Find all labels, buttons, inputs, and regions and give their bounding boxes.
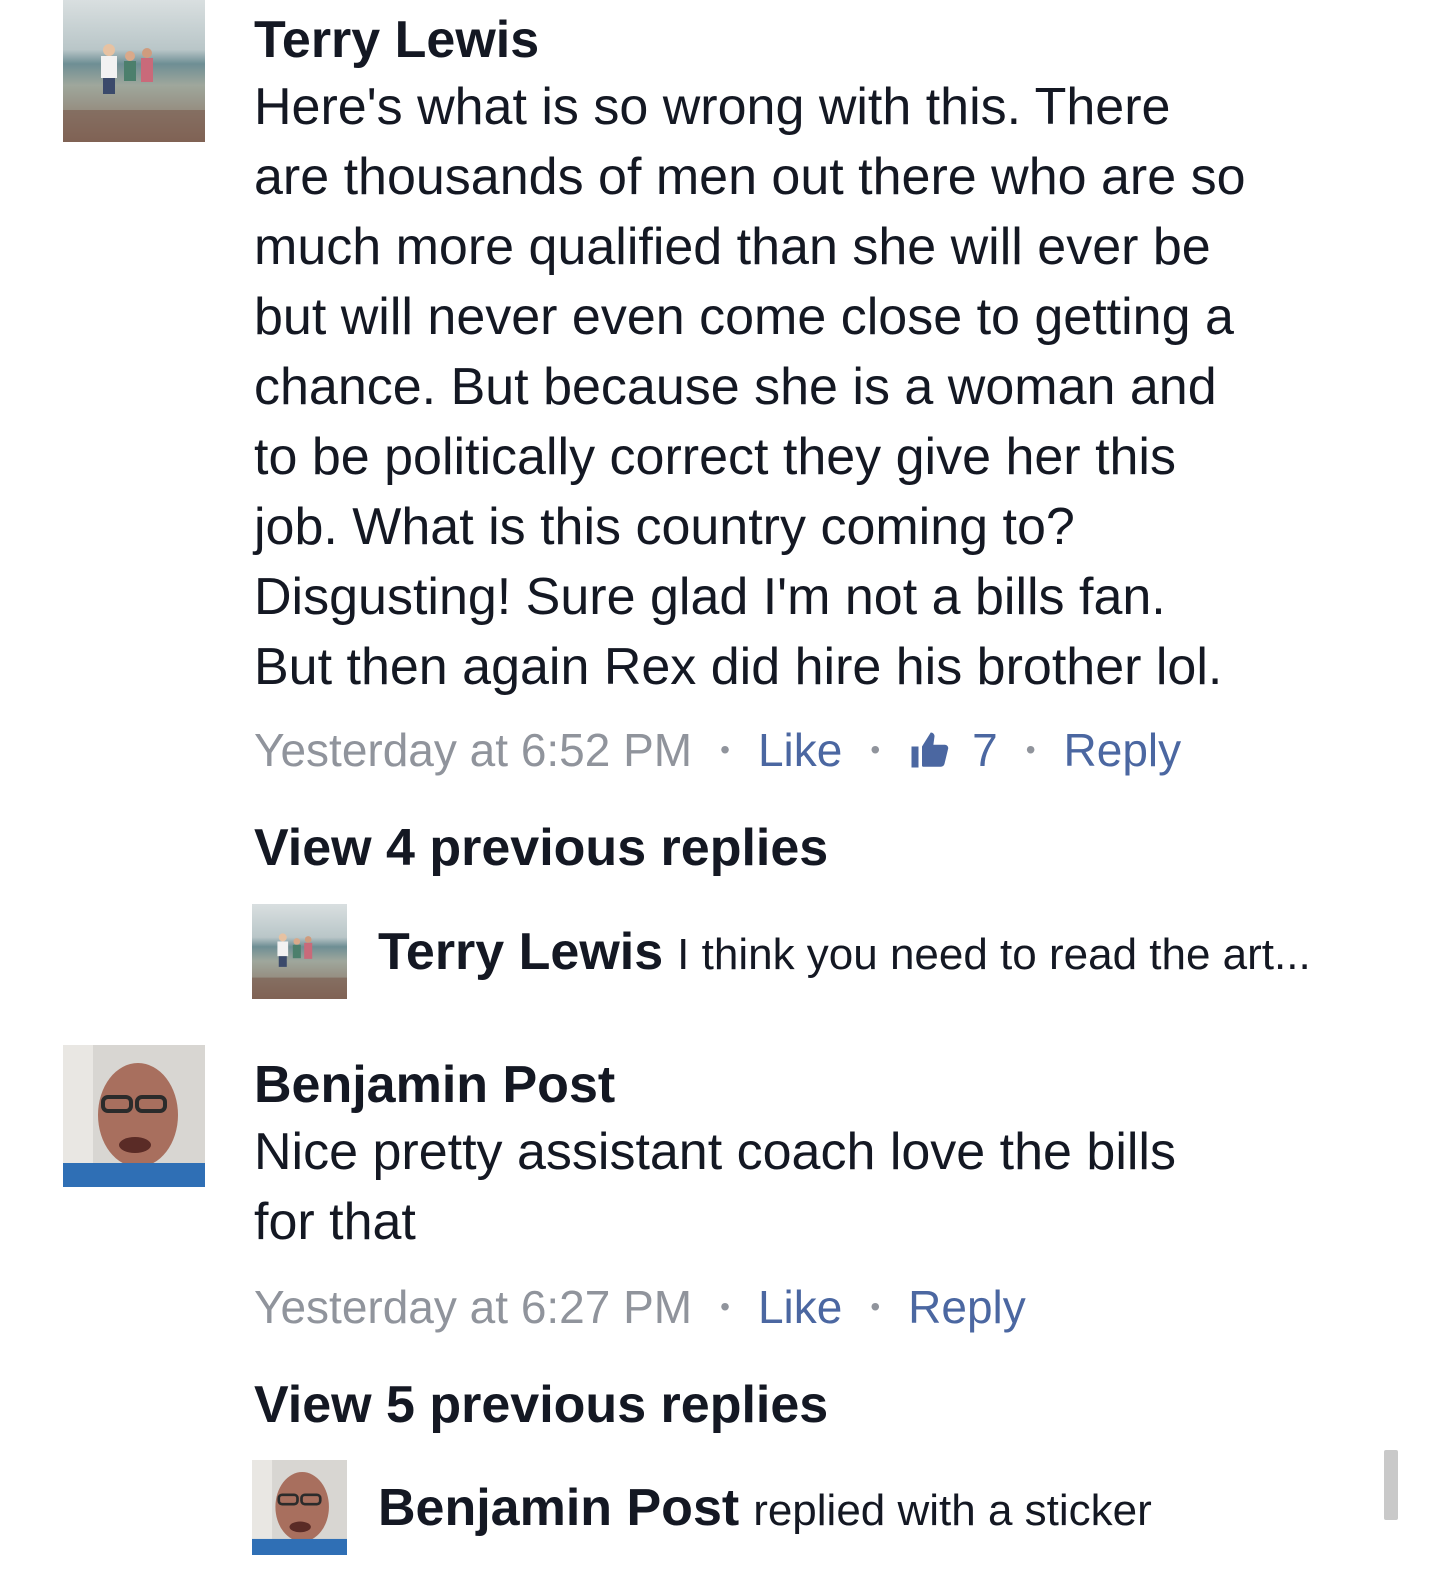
- reply-text: replied with a sticker: [753, 1486, 1152, 1535]
- avatar-terry-lewis[interactable]: [63, 0, 205, 142]
- reply-text: I think you need to read the art...: [677, 930, 1311, 979]
- avatar-benjamin-post[interactable]: [63, 1045, 205, 1187]
- reply-avatar-terry-lewis[interactable]: [252, 904, 347, 999]
- latest-reply-preview[interactable]: Benjamin Post replied with a sticker: [378, 1478, 1152, 1538]
- comment-line: are thousands of men out there who are s…: [254, 148, 1246, 206]
- separator-dot: •: [720, 1290, 730, 1322]
- latest-reply-preview[interactable]: Terry Lewis I think you need to read the …: [378, 922, 1311, 982]
- view-previous-replies-link[interactable]: View 5 previous replies: [254, 1375, 828, 1435]
- comment-line: But then again Rex did hire his brother …: [254, 638, 1223, 696]
- like-count-value: 7: [972, 723, 998, 776]
- reply-avatar-benjamin-post[interactable]: [252, 1460, 347, 1555]
- comment-line: much more qualified than she will ever b…: [254, 218, 1211, 276]
- comment-line: chance. But because she is a woman and: [254, 358, 1217, 416]
- comment-meta: Yesterday at 6:27 PM • Like • Reply: [254, 1275, 1026, 1335]
- reply-button[interactable]: Reply: [908, 1279, 1026, 1335]
- comment-meta: Yesterday at 6:52 PM • Like • 7 • Reply: [254, 718, 1181, 778]
- comment-line: but will never even come close to gettin…: [254, 288, 1234, 346]
- like-button[interactable]: Like: [758, 722, 842, 778]
- comment-author[interactable]: Benjamin Post: [254, 1055, 615, 1115]
- separator-dot: •: [720, 733, 730, 765]
- reply-button[interactable]: Reply: [1064, 722, 1182, 778]
- separator-dot: •: [870, 733, 881, 765]
- separator-dot: •: [1025, 733, 1036, 765]
- like-count[interactable]: 7: [908, 722, 998, 778]
- thumbs-up-icon: [911, 732, 949, 768]
- comment-line: for that: [254, 1193, 416, 1251]
- comment-body: Nice pretty assistant coach love the bil…: [254, 1117, 1344, 1257]
- comment-timestamp: Yesterday at 6:52 PM: [254, 723, 693, 776]
- comment-body: Here's what is so wrong with this. There…: [254, 72, 1344, 702]
- scrollbar-thumb[interactable]: [1384, 1450, 1398, 1520]
- like-button[interactable]: Like: [758, 1279, 842, 1335]
- comment-line: to be politically correct they give her …: [254, 428, 1176, 486]
- view-previous-replies-link[interactable]: View 4 previous replies: [254, 818, 828, 878]
- comment-line: Disgusting! Sure glad I'm not a bills fa…: [254, 568, 1166, 626]
- comment-timestamp: Yesterday at 6:27 PM: [254, 1280, 693, 1333]
- comment-line: Here's what is so wrong with this. There: [254, 78, 1171, 136]
- reply-author[interactable]: Benjamin Post: [378, 1479, 739, 1537]
- comment-line: job. What is this country coming to?: [254, 498, 1075, 556]
- comment-line: Nice pretty assistant coach love the bil…: [254, 1123, 1176, 1181]
- separator-dot: •: [870, 1290, 881, 1322]
- comment-author[interactable]: Terry Lewis: [254, 10, 539, 70]
- reply-author[interactable]: Terry Lewis: [378, 923, 663, 981]
